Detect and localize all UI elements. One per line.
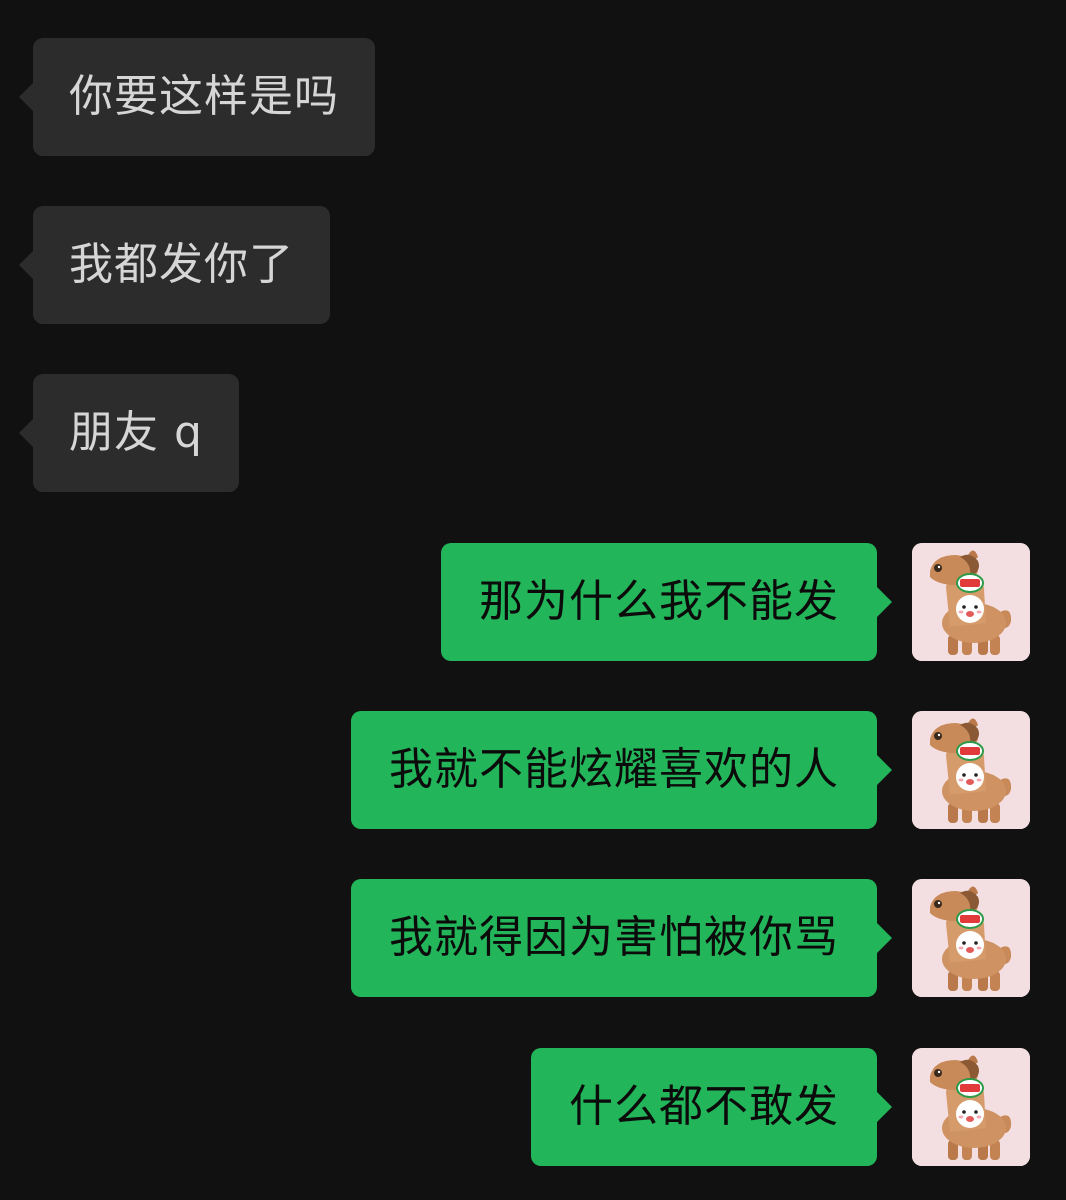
outgoing-message-row: 我就得因为害怕被你骂 xyxy=(0,879,1066,997)
alpaca-plush-avatar-icon xyxy=(912,879,1030,997)
message-text: 我就不能炫耀喜欢的人 xyxy=(389,744,839,795)
alpaca-plush-avatar-icon xyxy=(912,543,1030,661)
user-avatar[interactable] xyxy=(912,543,1030,661)
message-text: 你要这样是吗 xyxy=(69,71,339,122)
bubble-tail xyxy=(877,587,892,617)
chat-message-list[interactable]: 你要这样是吗 我都发你了 朋友 q 那为什么我不能发 我就不能炫耀喜欢的人 我就… xyxy=(0,0,1066,1200)
message-text: 什么都不敢发 xyxy=(569,1081,839,1132)
outgoing-message-row: 那为什么我不能发 xyxy=(0,543,1066,661)
message-text: 朋友 q xyxy=(69,407,203,458)
bubble-tail xyxy=(877,1092,892,1122)
outgoing-message-bubble[interactable]: 我就不能炫耀喜欢的人 xyxy=(351,711,877,829)
incoming-message-row: 你要这样是吗 xyxy=(0,38,1066,156)
bubble-tail xyxy=(877,755,892,785)
outgoing-message-bubble[interactable]: 什么都不敢发 xyxy=(531,1048,877,1166)
outgoing-message-row: 我就不能炫耀喜欢的人 xyxy=(0,711,1066,829)
outgoing-message-bubble[interactable]: 我就得因为害怕被你骂 xyxy=(351,879,877,997)
bubble-tail xyxy=(19,250,34,280)
bubble-tail xyxy=(877,923,892,953)
alpaca-plush-avatar-icon xyxy=(912,711,1030,829)
message-text: 我就得因为害怕被你骂 xyxy=(389,912,839,963)
incoming-message-bubble[interactable]: 朋友 q xyxy=(33,374,239,492)
incoming-message-row: 朋友 q xyxy=(0,374,1066,492)
incoming-message-bubble[interactable]: 我都发你了 xyxy=(33,206,330,324)
outgoing-message-row: 什么都不敢发 xyxy=(0,1048,1066,1166)
user-avatar[interactable] xyxy=(912,711,1030,829)
bubble-tail xyxy=(19,82,34,112)
message-text: 我都发你了 xyxy=(69,239,294,290)
message-text: 那为什么我不能发 xyxy=(479,576,839,627)
alpaca-plush-avatar-icon xyxy=(912,1048,1030,1166)
user-avatar[interactable] xyxy=(912,879,1030,997)
outgoing-message-bubble[interactable]: 那为什么我不能发 xyxy=(441,543,877,661)
bubble-tail xyxy=(19,418,34,448)
incoming-message-bubble[interactable]: 你要这样是吗 xyxy=(33,38,375,156)
user-avatar[interactable] xyxy=(912,1048,1030,1166)
incoming-message-row: 我都发你了 xyxy=(0,206,1066,324)
